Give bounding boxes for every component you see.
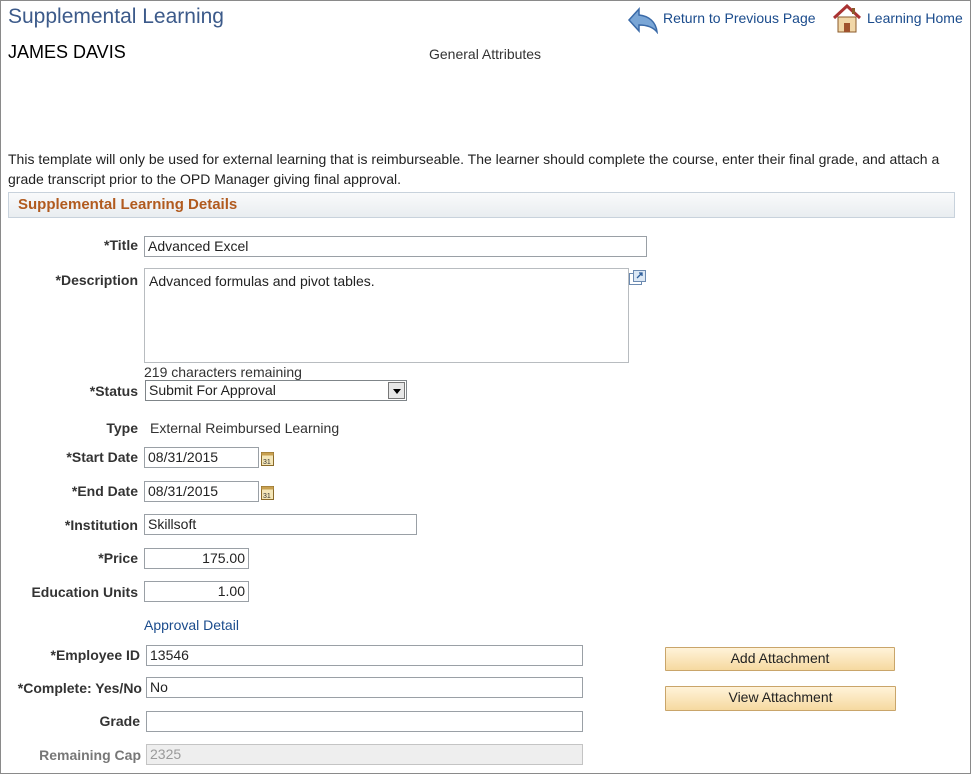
grade-input[interactable] — [146, 711, 583, 732]
complete-input[interactable]: No — [146, 677, 583, 698]
svg-text:31: 31 — [263, 459, 271, 466]
type-value: External Reimbursed Learning — [150, 420, 340, 436]
house-icon — [833, 4, 861, 33]
end-date-input[interactable]: 08/31/2015 — [144, 481, 259, 502]
start-date-input[interactable]: 08/31/2015 — [144, 447, 259, 468]
learning-home-link[interactable]: Learning Home — [867, 10, 963, 26]
add-attachment-button[interactable]: Add Attachment — [665, 647, 895, 671]
price-label: *Price — [98, 550, 138, 566]
calendar-icon[interactable]: 31 — [261, 450, 274, 466]
title-label: *Title — [104, 237, 138, 253]
return-arrow-icon — [627, 7, 658, 34]
return-to-previous-page-link[interactable]: Return to Previous Page — [663, 10, 816, 26]
remaining-cap-input: 2325 — [146, 744, 583, 765]
institution-input[interactable]: Skillsoft — [144, 514, 417, 535]
page-title: Supplemental Learning — [8, 5, 224, 28]
approval-detail-link[interactable]: Approval Detail — [144, 617, 239, 633]
section-title: Supplemental Learning Details — [18, 196, 238, 213]
status-selected-value: Submit For Approval — [149, 382, 276, 398]
status-label: *Status — [89, 383, 138, 399]
section-header: Supplemental Learning Details — [8, 192, 955, 218]
type-label: Type — [106, 420, 138, 436]
remaining-cap-label: Remaining Cap — [39, 747, 141, 763]
complete-label: *Complete: Yes/No — [17, 680, 142, 696]
page-subtitle: General Attributes — [429, 46, 542, 62]
learner-name: JAMES DAVIS — [8, 42, 126, 62]
employee-id-label: *Employee ID — [50, 647, 140, 663]
view-attachment-button[interactable]: View Attachment — [665, 686, 896, 711]
calendar-icon[interactable]: 31 — [261, 484, 274, 500]
end-date-label: *End Date — [71, 483, 138, 499]
price-input[interactable]: 175.00 — [144, 548, 249, 569]
title-input[interactable]: Advanced Excel — [144, 236, 647, 257]
institution-label: *Institution — [64, 517, 138, 533]
description-label: *Description — [55, 272, 138, 288]
education-units-label: Education Units — [31, 584, 138, 600]
chevron-down-icon[interactable] — [388, 382, 405, 399]
description-textarea[interactable]: Advanced formulas and pivot tables. — [144, 268, 629, 363]
start-date-label: *Start Date — [66, 449, 138, 465]
expand-textarea-icon[interactable] — [629, 270, 646, 285]
grade-label: Grade — [99, 713, 140, 729]
page-frame: Supplemental Learning Return to Previous… — [0, 0, 971, 774]
characters-remaining: 219 characters remaining — [144, 364, 302, 380]
employee-id-input[interactable]: 13546 — [146, 645, 583, 666]
education-units-input[interactable]: 1.00 — [144, 581, 249, 602]
intro-text: This template will only be used for exte… — [8, 151, 940, 187]
status-select[interactable]: Submit For Approval — [145, 380, 407, 401]
svg-text:31: 31 — [263, 493, 271, 500]
